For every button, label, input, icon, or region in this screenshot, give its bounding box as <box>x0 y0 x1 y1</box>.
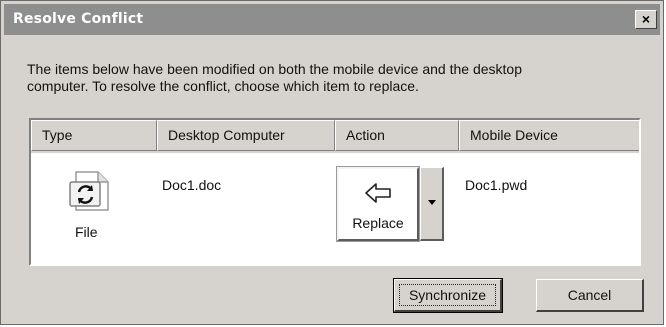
mobile-item-name: Doc1.pwd <box>465 177 528 193</box>
instructions-text: The items below have been modified on bo… <box>27 61 647 95</box>
cancel-button[interactable]: Cancel <box>536 279 644 312</box>
dialog-title: Resolve Conflict <box>13 11 144 27</box>
arrow-left-icon <box>365 183 391 203</box>
list-header: Type Desktop Computer Action Mobile Devi… <box>31 120 639 153</box>
desktop-item-name: Doc1.doc <box>162 177 222 193</box>
instructions-line-2: computer. To resolve the conflict, choos… <box>27 78 419 94</box>
close-icon: × <box>641 11 651 27</box>
conflict-list: Type Desktop Computer Action Mobile Devi… <box>29 118 641 266</box>
cancel-label: Cancel <box>567 287 612 303</box>
resolve-conflict-dialog: Resolve Conflict × The items below have … <box>0 0 664 325</box>
action-dropdown-button[interactable] <box>420 167 444 241</box>
column-header-desktop-computer[interactable]: Desktop Computer <box>157 120 335 151</box>
column-header-type[interactable]: Type <box>31 120 157 151</box>
column-header-action[interactable]: Action <box>335 120 459 151</box>
replace-action-label: Replace <box>352 215 404 231</box>
synchronize-label: Synchronize <box>408 287 487 303</box>
sync-file-icon <box>69 171 109 211</box>
chevron-down-icon <box>428 200 436 205</box>
type-label: File <box>75 224 98 240</box>
replace-action-button[interactable]: Replace <box>336 166 420 242</box>
column-header-mobile-device[interactable]: Mobile Device <box>459 120 639 151</box>
close-button[interactable]: × <box>635 10 657 29</box>
title-bar: Resolve Conflict × <box>4 4 660 35</box>
synchronize-button[interactable]: Synchronize <box>393 278 503 313</box>
instructions-line-1: The items below have been modified on bo… <box>27 61 522 77</box>
